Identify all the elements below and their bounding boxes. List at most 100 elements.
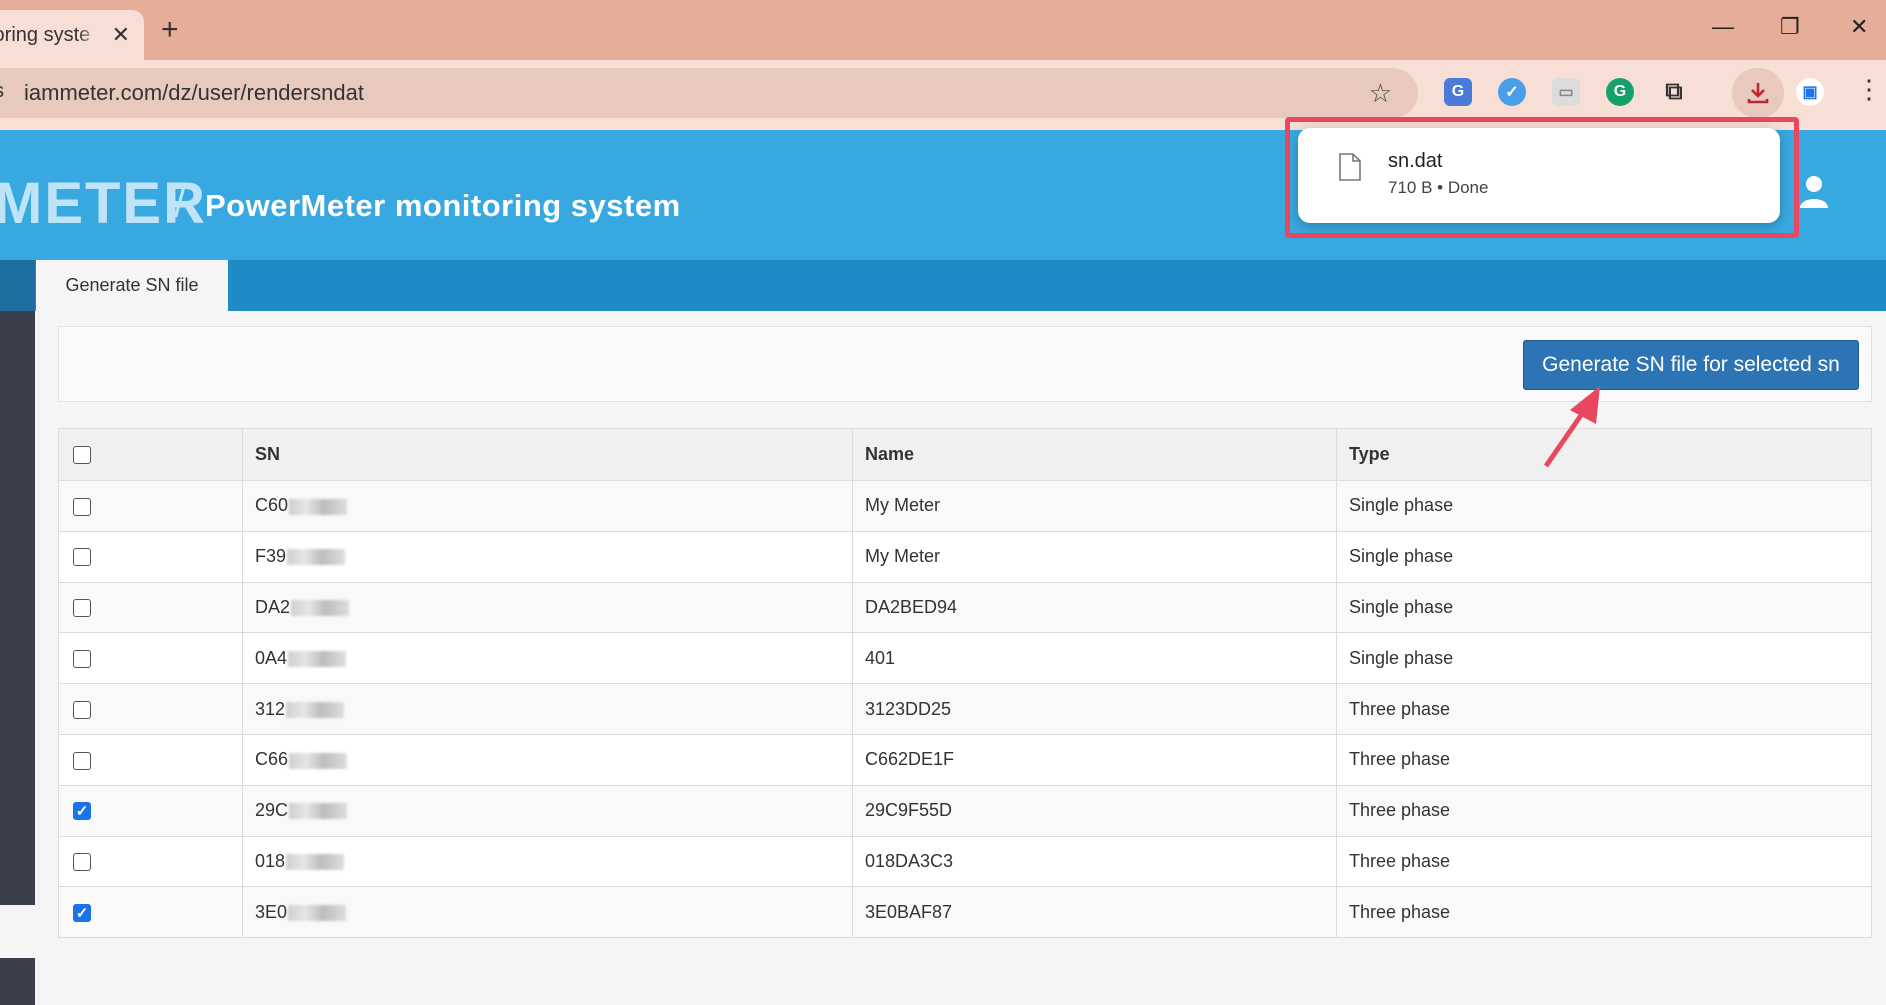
address-bar[interactable]: s iammeter.com/dz/user/rendersndat ☆: [0, 68, 1418, 118]
name-cell: 3E0BAF87: [852, 886, 1337, 939]
type-cell: Three phase: [1336, 784, 1872, 837]
extensions-puzzle-icon[interactable]: ⧉: [1660, 78, 1688, 106]
row-checkbox[interactable]: [73, 497, 91, 516]
browser-tab-strip: toring syste ✕ + — ❐ ✕: [0, 0, 1886, 60]
row-select-cell: [58, 581, 243, 634]
select-all-cell: [58, 428, 243, 481]
sn-value: F39: [255, 546, 287, 567]
table-row[interactable]: C60 My Meter Single phase: [58, 480, 1872, 532]
row-checkbox[interactable]: [73, 802, 91, 821]
table-row[interactable]: 0A4 401 Single phase: [58, 632, 1872, 685]
name-cell: 29C9F55D: [852, 784, 1337, 837]
table-row[interactable]: 29C 29C9F55DThree phase: [58, 784, 1872, 837]
page-tabs-bar: Generate SN file: [0, 260, 1886, 311]
row-checkbox[interactable]: [73, 650, 91, 669]
row-checkbox[interactable]: [73, 599, 91, 618]
sn-value: C60: [255, 495, 289, 516]
table-row[interactable]: 3E0 3E0BAF87Three phase: [58, 886, 1872, 939]
sn-value: 3E0: [255, 901, 288, 922]
column-header-name: Name: [852, 428, 1337, 481]
column-header-sn: SN: [242, 428, 853, 481]
sn-cell: 312: [242, 683, 853, 735]
check-extension-icon[interactable]: ✓: [1498, 78, 1526, 106]
name-cell: 401: [852, 632, 1337, 685]
redacted-sn-mask: [289, 803, 348, 820]
annotation-arrow: [1543, 386, 1600, 468]
table-row[interactable]: F39 My Meter Single phase: [58, 530, 1872, 583]
row-checkbox[interactable]: [73, 904, 91, 923]
sidebar: [0, 311, 35, 905]
tab-generate-sn-file[interactable]: Generate SN file: [36, 260, 228, 311]
sn-cell: 29C: [242, 784, 853, 837]
grammarly-icon[interactable]: G: [1606, 78, 1634, 106]
table-row[interactable]: 018 018DA3C3 Three phase: [58, 835, 1872, 888]
type-cell: Single phase: [1336, 581, 1872, 634]
download-bubble[interactable]: sn.dat 710 B • Done: [1298, 128, 1780, 223]
sn-cell: C60: [242, 480, 853, 532]
sn-value: 018: [255, 850, 286, 871]
row-select-cell: [58, 733, 243, 786]
sn-cell: 3E0: [242, 886, 853, 939]
table-row[interactable]: DA2 DA2BED94 Single phase: [58, 581, 1872, 634]
translate-extension-icon[interactable]: G: [1444, 78, 1472, 106]
name-cell: 3123DD25: [852, 683, 1337, 735]
maximize-button[interactable]: ❐: [1780, 14, 1800, 40]
sn-value: 0A4: [255, 647, 288, 668]
redacted-sn-mask: [288, 651, 347, 668]
download-icon: [1747, 83, 1769, 104]
type-cell: Three phase: [1336, 683, 1872, 735]
sn-cell: 018: [242, 835, 853, 888]
sn-cell: C66: [242, 733, 853, 786]
url-prefix: s: [0, 80, 4, 103]
sn-value: DA2: [255, 596, 291, 617]
browser-menu-icon[interactable]: ⋮: [1856, 74, 1882, 105]
row-checkbox[interactable]: [73, 751, 91, 770]
sn-table: SN Name Type C60 My Meter Single phase F39 M…: [58, 428, 1872, 939]
profile-icon[interactable]: ▣: [1796, 78, 1824, 106]
redacted-sn-mask: [289, 498, 348, 515]
select-all-checkbox[interactable]: [73, 446, 91, 465]
type-cell: Single phase: [1336, 480, 1872, 532]
name-cell: My Meter: [852, 530, 1337, 583]
type-cell: Single phase: [1336, 530, 1872, 583]
type-cell: Single phase: [1336, 632, 1872, 685]
sn-value: 312: [255, 698, 286, 719]
close-window-button[interactable]: ✕: [1850, 14, 1868, 40]
row-select-cell: [58, 480, 243, 532]
tab-title: toring syste: [0, 23, 91, 46]
table-row[interactable]: 312 3123DD25 Three phase: [58, 683, 1872, 735]
minimize-button[interactable]: —: [1712, 14, 1734, 40]
row-checkbox[interactable]: [73, 700, 91, 719]
table-row[interactable]: C66 C662DE1F Three phase: [58, 733, 1872, 786]
row-checkbox[interactable]: [73, 548, 91, 567]
redacted-sn-mask: [291, 600, 350, 617]
sn-cell: 0A4: [242, 632, 853, 685]
row-checkbox[interactable]: [73, 853, 91, 872]
row-select-cell: [58, 530, 243, 583]
file-icon: [1339, 153, 1361, 181]
redacted-sn-mask: [287, 549, 346, 566]
page-title: PowerMeter monitoring system: [205, 188, 681, 223]
redacted-sn-mask: [286, 701, 345, 718]
title-separator: /: [174, 182, 186, 226]
card-extension-icon[interactable]: ▭: [1552, 78, 1580, 106]
sidebar-top: [0, 260, 35, 311]
sn-value: C66: [255, 749, 289, 770]
new-tab-button[interactable]: +: [161, 13, 179, 47]
type-cell: Three phase: [1336, 886, 1872, 939]
row-select-cell: [58, 835, 243, 888]
downloads-button[interactable]: [1732, 68, 1784, 118]
user-icon[interactable]: [1798, 174, 1830, 210]
download-file-name[interactable]: sn.dat: [1388, 150, 1442, 173]
tab-close-icon[interactable]: ✕: [112, 22, 130, 48]
redacted-sn-mask: [288, 905, 347, 922]
sn-cell: F39: [242, 530, 853, 583]
sn-value: 29C: [255, 800, 289, 821]
redacted-sn-mask: [289, 752, 348, 769]
bookmark-star-icon[interactable]: ☆: [1369, 78, 1392, 109]
sidebar-bottom: [0, 958, 35, 1005]
url-text[interactable]: iammeter.com/dz/user/rendersndat: [24, 80, 364, 106]
browser-tab[interactable]: toring syste ✕: [0, 10, 144, 60]
row-select-cell: [58, 683, 243, 735]
name-cell: C662DE1F: [852, 733, 1337, 786]
